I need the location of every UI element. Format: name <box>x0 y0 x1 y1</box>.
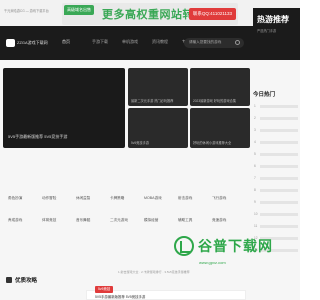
list-item[interactable]: 10 <box>254 210 300 222</box>
rank-number: 4 <box>254 140 256 144</box>
feature-tile[interactable]: 5v5竞技手游 <box>128 108 188 148</box>
search-placeholder: 请输入您要找的游戏 <box>189 40 222 44</box>
watermark-url: www.gpxz.com <box>199 260 226 265</box>
rank-number: 6 <box>254 164 256 168</box>
list-item[interactable]: 7 <box>254 174 300 186</box>
category-link[interactable]: 音乐舞蹈 <box>76 218 110 228</box>
category-link[interactable]: 辅助工具 <box>178 218 212 228</box>
nav-item-news[interactable]: 资讯教程 <box>152 39 182 45</box>
hot-recommend-subtitle: 严选热门手游 <box>257 29 277 33</box>
watermark-logo-icon <box>174 236 194 256</box>
category-link[interactable]: 竞速游戏 <box>212 218 246 228</box>
nav-item-pc-games[interactable]: 单机游戏 <box>122 39 152 45</box>
top-bar-text: 千元米哈游CG — 游戏下载平台 <box>4 9 49 13</box>
list-item[interactable]: 1 <box>254 102 300 114</box>
related-links[interactable]: 1.射击游戏大全 · 2.卡牌游戏排行 · 3.5v5竞技手游推荐 <box>118 270 190 274</box>
feature-tile[interactable]: 2023最新游戏 好玩的游戏合集 <box>190 68 250 106</box>
promo-contact-button[interactable]: 联系QQ:411021133 <box>188 8 236 20</box>
guide-icon <box>6 277 12 283</box>
rank-number: 9 <box>254 200 256 204</box>
category-link[interactable]: 养成游戏 <box>8 218 42 228</box>
nav-item-home[interactable]: 首页 <box>62 39 92 45</box>
search-icon[interactable] <box>235 40 240 45</box>
logo-mark-icon <box>6 39 15 47</box>
logo-text: ZZGA游戏下载网 <box>17 40 48 45</box>
list-item[interactable]: 9 <box>254 198 300 210</box>
section-header: 优质攻略 <box>6 276 37 284</box>
rank-number: 7 <box>254 176 256 180</box>
list-item[interactable]: 4 <box>254 138 300 150</box>
hot-recommend-title: 热游推荐 <box>257 15 289 24</box>
list-item[interactable]: 3 <box>254 126 300 138</box>
list-item[interactable]: 5 <box>254 150 300 162</box>
feature-tile-caption: 2023最新游戏 好玩的游戏合集 <box>193 99 237 103</box>
hero-slide[interactable]: 5V5手游最新版推荐 5V5竞技手游 <box>3 68 125 148</box>
category-link[interactable]: 角色扮演 <box>8 196 42 206</box>
category-link[interactable]: 动作冒险 <box>42 196 76 206</box>
today-hot-title: 今日热门 <box>253 92 276 98</box>
category-link[interactable]: MOBA游戏 <box>144 196 178 206</box>
category-link[interactable]: 体育竞技 <box>42 218 76 228</box>
category-link[interactable]: 射击游戏 <box>178 196 212 206</box>
feature-tile-caption: 最新二次元手游 热门必玩推荐 <box>131 99 174 103</box>
guide-card-title: 5V5手游最新版推荐 5V5竞技手游 <box>95 295 146 299</box>
rank-number: 8 <box>254 188 256 192</box>
list-item[interactable]: 8 <box>254 186 300 198</box>
feature-tile-caption: 5v5竞技手游 <box>131 141 149 145</box>
category-link[interactable]: 二次元游戏 <box>110 218 144 228</box>
promo-banner[interactable]: 高级域名出售 更多高权重网站转让 联系QQ:411021133 <box>62 3 238 25</box>
feature-tile-caption: 好玩的休闲小游戏推荐大全 <box>193 141 232 145</box>
rank-number: 5 <box>254 152 256 156</box>
category-link[interactable]: 休闲益智 <box>76 196 110 206</box>
list-item[interactable]: 11 <box>254 222 300 234</box>
watermark-text: 谷普下载网 <box>198 238 273 254</box>
feature-tile[interactable]: 最新二次元手游 热门必玩推荐 <box>128 68 188 106</box>
hero-caption: 5V5手游最新版推荐 5V5竞技手游 <box>8 134 68 139</box>
rank-number: 3 <box>254 128 256 132</box>
list-item[interactable]: 6 <box>254 162 300 174</box>
rank-number: 2 <box>254 116 256 120</box>
feature-tile[interactable]: 好玩的休闲小游戏推荐大全 <box>190 108 250 148</box>
nav-item-mobile-games[interactable]: 手游下载 <box>92 39 122 45</box>
category-link[interactable]: 飞行游戏 <box>212 196 246 206</box>
search-input[interactable]: 请输入您要找的游戏 <box>184 38 244 48</box>
promo-badge: 高级域名出售 <box>64 5 94 15</box>
rank-number: 1 <box>254 104 256 108</box>
guide-card[interactable]: 5v5竞技 5V5手游最新版推荐 5V5竞技手游 <box>86 286 246 300</box>
site-logo[interactable]: ZZGA游戏下载网 <box>6 39 56 47</box>
rank-number: 11 <box>254 224 258 228</box>
hot-recommend-panel[interactable]: 热游推荐 严选热门手游 <box>253 8 300 54</box>
rank-number: 10 <box>254 212 258 216</box>
today-hot-list: 1 2 3 4 5 6 7 8 9 10 11 12 13 <box>254 102 300 258</box>
category-link[interactable]: 卡牌策略 <box>110 196 144 206</box>
watermark: 谷普下载网 <box>174 236 273 256</box>
list-item[interactable]: 2 <box>254 114 300 126</box>
category-link[interactable]: 模拟经营 <box>144 218 178 228</box>
guide-card-tag: 5v5竞技 <box>95 286 114 293</box>
section-title: 优质攻略 <box>15 278 38 284</box>
